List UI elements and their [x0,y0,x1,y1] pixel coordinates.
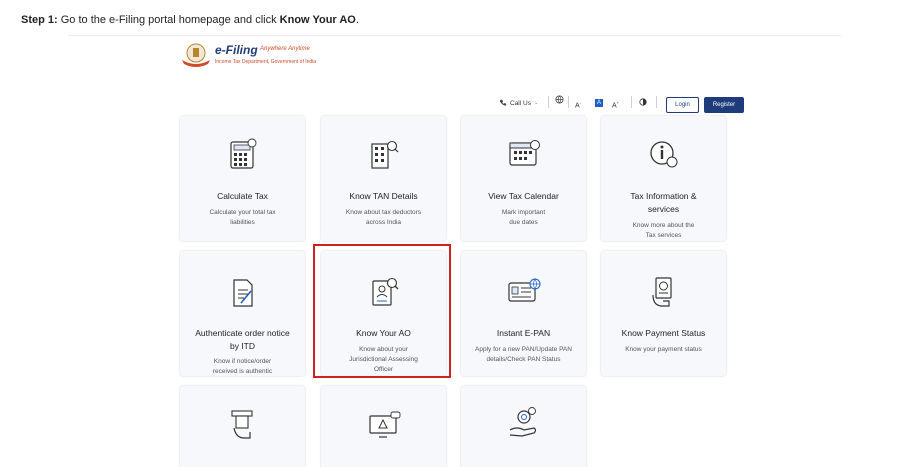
divider [631,96,632,108]
card-view-tax-calendar[interactable]: View Tax Calendar Mark important due dat… [461,116,586,241]
phone-icon [499,99,507,106]
pan-card-icon [507,278,540,302]
card-title: View Tax Calendar [488,191,559,201]
card-description: Know more about the Tax services [632,222,695,239]
card-title: Calculate Tax [217,191,268,201]
calculator-icon [229,138,256,169]
divider [656,96,657,108]
emblem-icon [182,43,210,67]
card-title: Tax Information & services [630,191,697,214]
card-title: Know TAN Details [349,191,418,201]
step-label: Step 1: [21,14,58,26]
atm-hand-icon [230,410,253,439]
logo-tagline: Anywhere Anytime [260,46,310,52]
card-instant-epan[interactable]: Instant E-PAN Apply for a new PAN/Update… [461,251,586,376]
card-authenticate-order[interactable]: Authenticate order notice by ITD Know if… [180,251,305,376]
card-know-tan-details[interactable]: Know TAN Details Know about tax deductor… [321,116,446,241]
step-text: Go to the e-Filing portal homepage and c… [57,14,280,26]
logo-subtitle: Income Tax Department, Government of Ind… [215,59,317,65]
hand-receipt-icon [651,277,672,307]
step-suffix: . [355,14,359,26]
card-partial-1[interactable] [180,386,305,467]
card-partial-3[interactable] [461,386,586,467]
calendar-icon [508,140,540,166]
building-search-icon [370,140,398,169]
card-title: Know Payment Status [621,328,706,338]
divider [568,96,569,108]
card-description: Know if notice/order received is authent… [212,358,273,375]
login-button[interactable]: Login [666,97,699,113]
card-description: Mark important due dates [501,209,546,226]
logo-title: e-Filing [215,43,258,57]
info-rupee-icon [649,141,677,168]
card-calculate-tax[interactable]: Calculate Tax Calculate your total tax l… [180,116,305,241]
font-normal-button[interactable]: A [595,99,603,107]
portal-screenshot: e-Filing Anywhere Anytime Income Tax Dep… [68,35,841,467]
font-increase-button[interactable]: A+ [612,100,619,109]
card-description: Know about tax deductors across India [345,209,422,226]
call-us-label: Call Us [510,99,531,107]
card-title: Authenticate order notice by ITD [195,328,290,351]
register-button[interactable]: Register [704,97,744,113]
card-description: Calculate your total tax liabilities [209,209,276,226]
instruction-text: Step 1: Go to the e-Filing portal homepa… [21,14,359,26]
call-us-menu[interactable]: Call Us ⌄ [499,95,538,111]
card-partial-2[interactable] [321,386,446,467]
contrast-icon[interactable] [639,98,647,108]
card-description: Know your payment status [625,346,702,353]
document-pen-icon [232,279,253,307]
font-decrease-button[interactable]: A- [575,100,581,109]
step-target: Know Your AO [279,14,356,26]
chevron-down-icon: ⌄ [533,100,539,106]
card-title: Instant E-PAN [496,328,551,338]
card-description: Apply for a new PAN/Update PAN details/C… [475,346,572,363]
monitor-alert-icon [368,411,400,438]
highlight-box [313,244,451,378]
card-tax-information-services[interactable]: Tax Information & services Know more abo… [601,116,726,241]
efiling-logo[interactable]: e-Filing Anywhere Anytime Income Tax Dep… [180,42,330,70]
divider [548,96,549,108]
card-know-payment-status[interactable]: Know Payment Status Know your payment st… [601,251,726,376]
gear-hand-icon [509,407,536,437]
globe-icon[interactable] [555,95,564,106]
